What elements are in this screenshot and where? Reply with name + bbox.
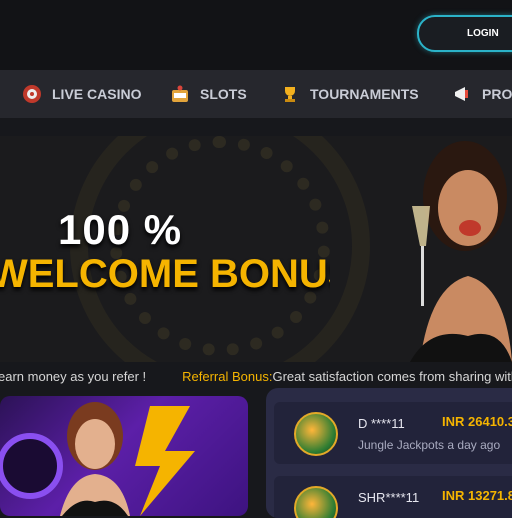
nav-label-slots: SLOTS xyxy=(200,86,247,102)
winner-name: D ****11 xyxy=(358,416,405,431)
ticker-lead: earn money as you refer ! xyxy=(0,368,147,384)
trophy-icon xyxy=(280,84,300,104)
ticker-highlight: Referral Bonus: xyxy=(182,368,273,384)
main-nav: LIVE CASINO SLOTS TOURNAMENTS PRO xyxy=(0,70,512,118)
nav-item-live-casino[interactable]: LIVE CASINO xyxy=(22,70,141,118)
promo-artwork xyxy=(0,402,195,516)
jungle-jackpots-logo xyxy=(294,412,338,456)
winner-row[interactable]: D ****11 INR 26410.32 Jungle Jackpots a … xyxy=(274,402,512,464)
jardin-lion-logo xyxy=(294,486,338,518)
winner-amount: INR 26410.32 xyxy=(442,414,512,429)
banner-title: WELCOME BONUS xyxy=(0,252,330,296)
nav-label-promotions: PRO xyxy=(482,86,512,102)
banner-model-image xyxy=(410,141,512,362)
megaphone-icon xyxy=(452,84,472,104)
banner-percent: 100 % xyxy=(58,206,183,253)
login-button[interactable]: LOGIN xyxy=(417,15,512,52)
winner-game-time: Jungle Jackpots a day ago xyxy=(358,438,500,452)
recent-winners-panel: D ****11 INR 26410.32 Jungle Jackpots a … xyxy=(266,388,512,518)
nav-item-slots[interactable]: SLOTS xyxy=(170,70,247,118)
winner-time: a day ago xyxy=(447,438,501,452)
roulette-icon xyxy=(22,84,42,104)
winner-name: SHR****11 xyxy=(358,490,420,505)
nav-item-tournaments[interactable]: TOURNAMENTS xyxy=(280,70,419,118)
slot-machine-icon xyxy=(170,84,190,104)
nav-label-tournaments: TOURNAMENTS xyxy=(310,86,419,102)
live-casino-promo-card[interactable] xyxy=(0,396,248,516)
nav-item-promotions[interactable]: PRO xyxy=(452,70,512,118)
top-bar: LOGIN xyxy=(0,0,512,70)
winner-amount: INR 13271.83 xyxy=(442,488,512,503)
referral-ticker: earn money as you refer ! Referral Bonus… xyxy=(0,362,512,390)
ticker-text: Great satisfaction comes from sharing wi… xyxy=(272,368,512,384)
nav-label-live-casino: LIVE CASINO xyxy=(52,86,142,102)
winner-game: Jungle Jackpots xyxy=(358,438,445,452)
